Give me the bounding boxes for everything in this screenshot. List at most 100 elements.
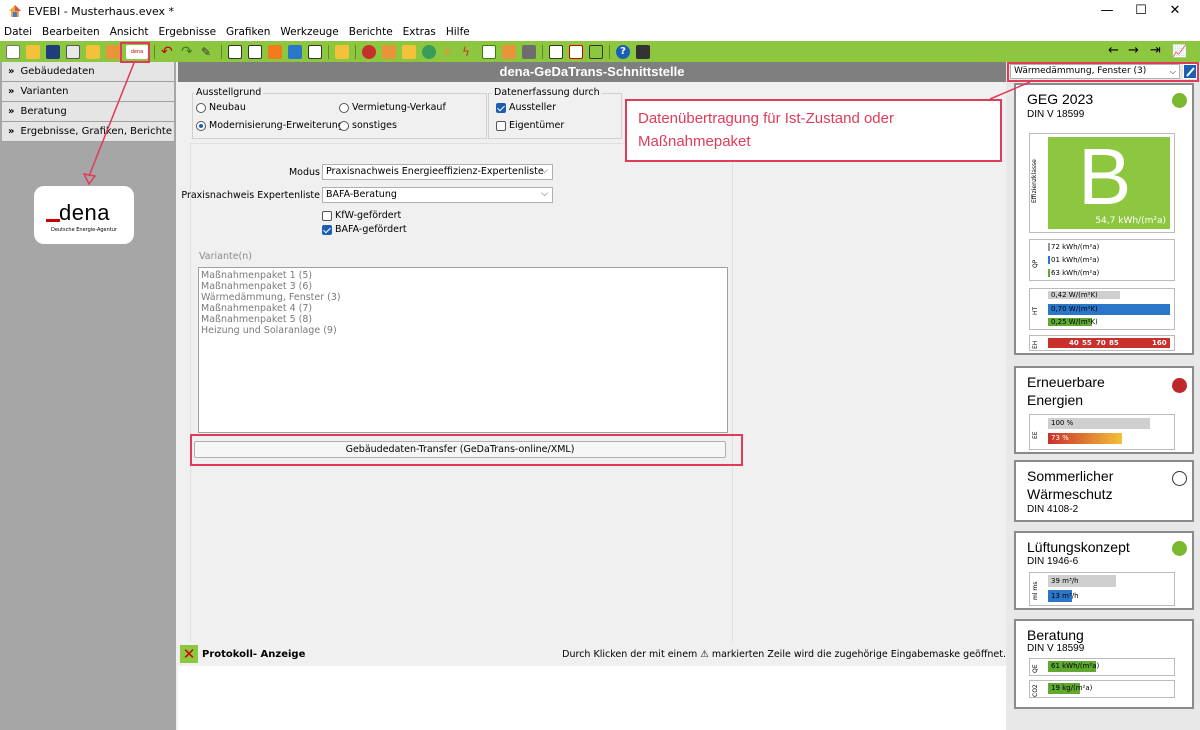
chevron-down-icon: ⌵ <box>541 166 548 176</box>
list-item[interactable]: Heizung und Solaranlage (9) <box>201 325 725 336</box>
menu-datei[interactable]: Datei <box>4 26 32 38</box>
efficiency-class-tile: B 54,7 kWh/(m²a) <box>1048 132 1170 229</box>
radio-circle <box>339 102 349 113</box>
list-icon[interactable] <box>308 44 322 59</box>
geg-title: GEG 2023 <box>1027 91 1094 107</box>
expertenliste-select[interactable]: BAFA-Beratung ⌵ <box>322 187 553 203</box>
house-icon[interactable] <box>482 44 496 59</box>
document-icon[interactable] <box>228 44 242 59</box>
nav-item-label: Beratung <box>20 106 67 117</box>
toolbar-separator <box>355 44 356 59</box>
co2-label: CO2 <box>1032 684 1039 697</box>
geg-card[interactable]: GEG 2023 DIN V 18599 Effizienzklasse B 5… <box>1014 83 1194 355</box>
chevron-down-icon: ⌵ <box>541 189 548 199</box>
building-icon[interactable] <box>502 44 516 59</box>
nav-item-label: Ergebnisse, Grafiken, Berichte <box>20 126 172 137</box>
list-item[interactable]: Maßnahmenpaket 5 (8) <box>201 314 725 325</box>
checkbox-box <box>322 210 332 221</box>
geg-status-dot <box>1172 93 1187 108</box>
title-bar: EVEBI - Musterhaus.evex * — ☐ ✕ <box>0 0 1200 22</box>
protokoll-header: ✕ Protokoll- Anzeige Durch Klicken der m… <box>178 642 1006 666</box>
checkbox-eigentuemer[interactable]: Eigentümer <box>496 120 564 131</box>
expertenliste-value: BAFA-Beratung <box>326 189 397 200</box>
highlight-variant-select <box>1007 62 1199 82</box>
chart-icon[interactable]: 📈 <box>1172 44 1187 58</box>
nav-item-beratung[interactable]: » Beratung <box>2 102 174 122</box>
ee-status-dot <box>1172 378 1187 393</box>
sum-blue-icon[interactable] <box>288 44 302 59</box>
lueftungskonzept-card[interactable]: Lüftungskonzept DIN 1946-6 ml ms 39 m³/h… <box>1014 531 1194 610</box>
expertenliste-label: Praxisnachweis Expertenliste <box>181 190 320 201</box>
lueftung-title: Lüftungskonzept <box>1027 539 1130 555</box>
list-item[interactable]: Maßnahmenpaket 4 (7) <box>201 303 725 314</box>
radio-modernisierung[interactable]: Modernisierung-Erweiterung <box>196 120 344 131</box>
radio-sonstiges[interactable]: sonstiges <box>339 120 397 131</box>
copy-icon[interactable] <box>66 44 80 59</box>
report-icon[interactable] <box>549 44 563 59</box>
gedatrans-panel: dena-GeDaTrans-Schnittstelle Ausstellgru… <box>178 62 1006 730</box>
radio-label: sonstiges <box>352 120 397 131</box>
menu-berichte[interactable]: Berichte <box>349 26 393 38</box>
sum-orange-icon[interactable] <box>268 44 282 59</box>
qp-bar-ist <box>1048 256 1050 264</box>
qp-value-variante: 63 kWh/(m²a) <box>1051 269 1100 277</box>
checkbox-bafa[interactable]: BAFA-gefördert <box>322 224 407 235</box>
new-file-icon[interactable] <box>6 44 20 59</box>
import-icon[interactable] <box>86 44 100 59</box>
radio-vermietung-verkauf[interactable]: Vermietung-Verkauf <box>339 102 446 113</box>
menu-bearbeiten[interactable]: Bearbeiten <box>42 26 100 38</box>
menu-extras[interactable]: Extras <box>403 26 436 38</box>
protokoll-title: Protokoll- Anzeige <box>202 648 306 660</box>
nav-item-label: Varianten <box>20 86 69 97</box>
table-icon[interactable] <box>248 44 262 59</box>
checkbox-aussteller[interactable]: Aussteller <box>496 102 556 113</box>
nav-item-ergebnisse[interactable]: » Ergebnisse, Grafiken, Berichte <box>2 122 174 142</box>
heating-icon[interactable] <box>362 44 376 59</box>
radio-neubau[interactable]: Neubau <box>196 102 246 113</box>
flame-icon[interactable]: ϟ <box>462 45 476 59</box>
gedatrans-form: Ausstellgrund Neubau Vermietung-Verkauf … <box>178 82 1006 653</box>
protokoll-hint: Durch Klicken der mit einem ⚠ markierten… <box>562 648 1006 660</box>
erneuerbare-energien-card[interactable]: Erneuerbare Energien EE 100 % 73 % <box>1014 366 1194 454</box>
help-icon[interactable]: ? <box>616 44 630 59</box>
co2-value: 19 kg/(m²a) <box>1051 684 1093 692</box>
variant-listbox[interactable]: Maßnahmenpaket 1 (5) Maßnahmenpaket 3 (6… <box>198 267 728 433</box>
jump-arrow-icon[interactable]: ⇥ <box>1150 44 1161 58</box>
panel-title: dena-GeDaTrans-Schnittstelle <box>178 62 1006 82</box>
door-icon[interactable] <box>402 44 416 59</box>
save-icon[interactable] <box>46 44 60 59</box>
nav-item-varianten[interactable]: » Varianten <box>2 82 174 102</box>
list-item[interactable]: Maßnahmenpaket 1 (5) <box>201 270 725 281</box>
wand-icon[interactable]: ✎ <box>201 45 215 59</box>
layers-icon[interactable] <box>335 44 349 59</box>
menu-werkzeuge[interactable]: Werkzeuge <box>280 26 338 38</box>
redo-icon[interactable]: ↷ <box>181 45 195 59</box>
dena-logo: dena Deutsche Energie-Agentur <box>34 186 134 244</box>
beratung-card[interactable]: Beratung DIN V 18599 QE 61 kWh/(m²a) CO2… <box>1014 619 1194 709</box>
report-check-icon[interactable] <box>569 44 583 59</box>
close-protokoll-icon[interactable]: ✕ <box>180 645 198 663</box>
menu-grafiken[interactable]: Grafiken <box>226 26 270 38</box>
window-icon[interactable] <box>382 44 396 59</box>
sommerlicher-waermeschutz-card[interactable]: Sommerlicher Wärmeschutz DIN 4108-2 <box>1014 460 1194 522</box>
checkbox-kfw[interactable]: KfW-gefördert <box>322 210 401 221</box>
menu-hilfe[interactable]: Hilfe <box>446 26 470 38</box>
forward-arrow-icon[interactable]: → <box>1128 44 1139 58</box>
list-item[interactable]: Wärmedämmung, Fenster (3) <box>201 292 725 303</box>
ventilation-icon[interactable] <box>422 44 436 59</box>
roof-icon[interactable] <box>522 44 536 59</box>
back-arrow-icon[interactable]: ← <box>1108 44 1119 58</box>
menu-ergebnisse[interactable]: Ergebnisse <box>159 26 217 38</box>
list-item[interactable]: Maßnahmenpaket 3 (6) <box>201 281 725 292</box>
calculator-icon[interactable] <box>636 44 650 59</box>
export-icon[interactable] <box>106 44 120 59</box>
house-energy-icon[interactable] <box>589 44 603 59</box>
menu-ansicht[interactable]: Ansicht <box>110 26 149 38</box>
modus-select[interactable]: Praxisnachweis Energieeffizienz-Experten… <box>322 164 553 180</box>
undo-icon[interactable]: ↶ <box>161 45 175 59</box>
close-button[interactable]: ✕ <box>1152 0 1198 22</box>
sun-icon[interactable]: ☀ <box>442 45 456 59</box>
open-folder-icon[interactable] <box>26 44 40 59</box>
protokoll-area <box>178 666 1006 730</box>
nav-item-gebaeudedaten[interactable]: » Gebäudedaten <box>2 62 174 82</box>
